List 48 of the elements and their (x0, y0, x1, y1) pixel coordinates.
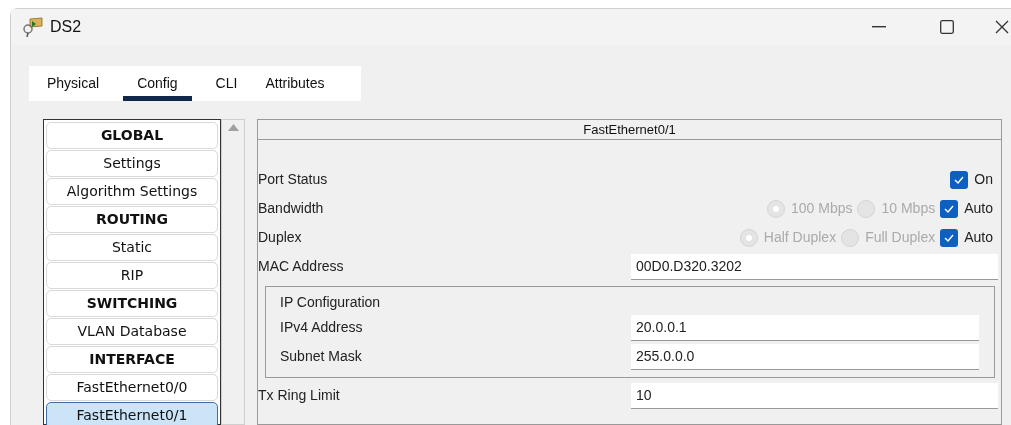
scroll-up-icon (227, 124, 239, 131)
close-icon (995, 20, 1009, 34)
sidebar-item[interactable]: RIP (46, 262, 218, 289)
radio-label: 100 Mbps (791, 199, 853, 218)
panel-title: FastEthernet0/1 (258, 120, 1001, 140)
section-header[interactable]: INTERFACE (46, 346, 218, 373)
tab[interactable]: Config (123, 66, 192, 101)
section-header[interactable]: SWITCHING (46, 290, 218, 317)
checkbox-label: On (974, 170, 993, 189)
device-icon (22, 17, 44, 37)
check-icon (954, 175, 965, 184)
sidebar-item[interactable]: FastEthernet0/0 (46, 374, 218, 401)
minimize-icon (872, 26, 886, 28)
tab[interactable]: Physical (43, 66, 104, 101)
checkbox-label: Auto (964, 199, 993, 218)
checkbox-label: Auto (964, 228, 993, 247)
maximize-icon (940, 20, 954, 34)
field-label: MAC Address (258, 257, 345, 276)
radio-label: 10 Mbps (881, 199, 936, 218)
tab[interactable]: CLI (211, 66, 242, 101)
field-label: Tx Ring Limit (258, 386, 341, 405)
field-label: Subnet Mask (280, 347, 363, 366)
scrollbar[interactable] (221, 119, 245, 425)
radio-label: Full Duplex (865, 228, 936, 247)
tab[interactable]: Attributes (261, 66, 329, 101)
input-field[interactable]: 255.0.0.0 (631, 343, 979, 370)
sidebar-item[interactable]: Static (46, 234, 218, 261)
field-label: IPv4 Address (280, 318, 364, 337)
radio-label: Half Duplex (763, 228, 837, 247)
group-title: IP Configuration (280, 292, 382, 312)
field-label: Port Status (258, 170, 329, 189)
checkbox[interactable] (950, 170, 969, 189)
field-label: Bandwidth (258, 199, 325, 218)
sidebar-item[interactable]: Settings (46, 150, 218, 177)
sidebar-item[interactable]: VLAN Database (46, 318, 218, 345)
window-title: DS2 (50, 17, 82, 37)
check-icon (944, 233, 955, 242)
input-field[interactable]: 00D0.D320.3202 (631, 253, 998, 280)
input-field[interactable]: 20.0.0.1 (631, 314, 979, 341)
field-label: Duplex (258, 228, 303, 247)
section-header[interactable]: ROUTING (46, 206, 218, 233)
checkbox[interactable] (940, 228, 959, 247)
sidebar-item[interactable]: FastEthernet0/1 (46, 402, 218, 425)
check-icon (944, 204, 955, 213)
checkbox[interactable] (940, 199, 959, 218)
sidebar-item[interactable]: Algorithm Settings (46, 178, 218, 205)
section-header[interactable]: GLOBAL (46, 122, 218, 149)
input-field[interactable]: 10 (631, 382, 998, 409)
